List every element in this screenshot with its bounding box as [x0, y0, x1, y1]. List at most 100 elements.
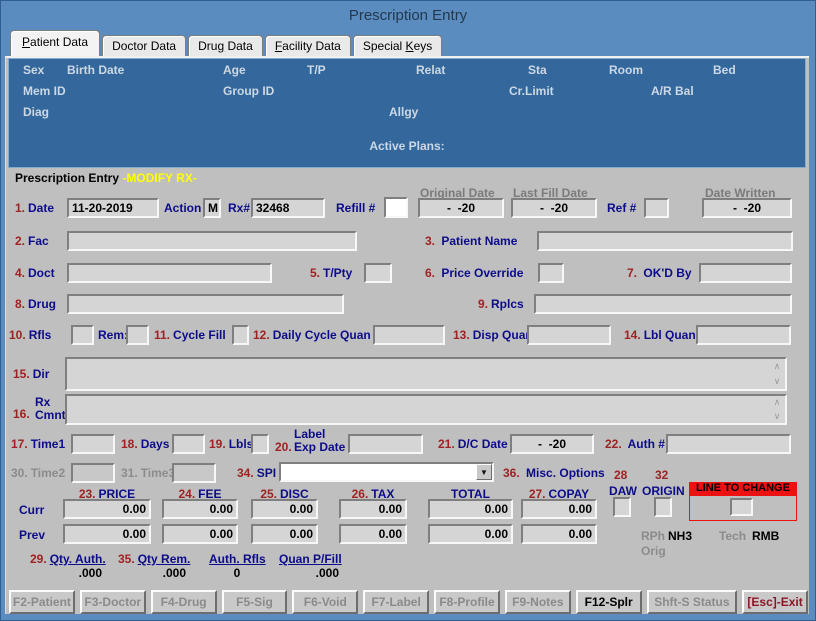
tech-value: RMB [752, 529, 780, 543]
function-key-bar: F2-Patient F3-Doctor F4-Drug F5-Sig F6-V… [9, 590, 809, 614]
rph-value: NH3 [668, 529, 693, 543]
price-override-field[interactable] [538, 263, 564, 283]
curr-copay-field[interactable]: 0.00 [521, 499, 597, 519]
label-price-override: 6. Price Override [425, 266, 524, 280]
label-exp-date-field[interactable] [348, 434, 423, 454]
lbls-field[interactable] [251, 434, 269, 454]
curr-fee-field[interactable]: 0.00 [162, 499, 238, 519]
action-field[interactable]: M [203, 198, 221, 218]
label-lbls: 19. Lbls [209, 437, 254, 451]
section-title: Prescription Entry -MODIFY RX- [15, 171, 197, 185]
scroll-down-icon[interactable]: ∨ [771, 412, 783, 421]
label-spi: 34. SPI [237, 466, 277, 480]
curr-disc-field[interactable]: 0.00 [251, 499, 318, 519]
label-sta: Sta [528, 63, 547, 77]
directions-textarea[interactable]: ∧ ∨ [65, 357, 787, 391]
curr-tax-field[interactable]: 0.00 [339, 499, 407, 519]
label-okd-by: 7. OK'D By [627, 266, 692, 280]
label-sex: Sex [23, 63, 45, 77]
label-misc-options: 36. Misc. Options [503, 466, 605, 480]
last-fill-date-field: - -20 [511, 198, 597, 218]
doctor-field[interactable] [67, 263, 272, 283]
time2-field [71, 463, 115, 483]
date-field[interactable]: 11-20-2019 [67, 198, 159, 218]
origin-field[interactable] [654, 497, 672, 517]
label-daw: DAW [609, 484, 637, 498]
f12-splr-button[interactable]: F12-Splr [575, 590, 642, 614]
time1-field[interactable] [71, 434, 115, 454]
daw-field[interactable] [613, 497, 631, 517]
label-time1: 17. Time1 [11, 437, 66, 451]
f9-notes-button[interactable]: F9-Notes [504, 590, 571, 614]
f5-sig-button[interactable]: F5-Sig [221, 590, 288, 614]
dropdown-arrow-icon[interactable]: ▼ [476, 464, 492, 480]
scroll-down-icon[interactable]: ∨ [771, 377, 783, 386]
label-qty-rem: 35. Qty Rem. [118, 552, 191, 566]
rx-number-field[interactable]: 32468 [251, 198, 325, 218]
label-prev: Prev [19, 528, 46, 542]
days-field[interactable] [172, 434, 205, 454]
label-auth-number: 22. Auth # [605, 437, 665, 451]
f6-void-button[interactable]: F6-Void [292, 590, 359, 614]
spi-dropdown[interactable]: ▼ [279, 462, 494, 482]
line-to-change-field[interactable] [730, 498, 753, 516]
prescription-entry-window: Prescription Entry Patient Data Doctor D… [0, 0, 816, 621]
rx-comments-textarea[interactable]: ∧ ∨ [65, 394, 787, 425]
f8-profile-button[interactable]: F8-Profile [434, 590, 500, 614]
label-rx-cmnts-num: 16. [13, 407, 30, 421]
drug-field[interactable] [67, 294, 344, 314]
refill-field[interactable] [384, 197, 408, 218]
okd-by-field[interactable] [699, 263, 792, 283]
label-refill: Refill # [336, 201, 376, 215]
tab-drug-data[interactable]: Drug Data [188, 35, 263, 56]
label-tech: Tech [719, 529, 747, 543]
label-time2: 30. Time2 [11, 466, 66, 480]
tab-bar: Patient Data Doctor Data Drug Data Facil… [10, 30, 444, 56]
label-patient-name: 3. Patient Name [425, 234, 518, 248]
ref-number-field[interactable] [644, 198, 669, 218]
window-title: Prescription Entry [348, 7, 468, 24]
label-days: 18. Days [121, 437, 170, 451]
label-rph: RPh [641, 529, 665, 543]
qty-rem-value: .000 [162, 566, 186, 580]
quan-pfill-value: .000 [315, 566, 339, 580]
tab-special-keys[interactable]: Special Keys [352, 35, 443, 56]
scroll-up-icon[interactable]: ∧ [771, 362, 783, 371]
f4-drug-button[interactable]: F4-Drug [150, 590, 217, 614]
cycle-fill-field[interactable] [232, 325, 249, 345]
label-exp-date: Exp Date [294, 440, 346, 454]
label-mem-id: Mem ID [23, 84, 66, 98]
scroll-up-icon[interactable]: ∧ [771, 398, 783, 407]
lbl-quan-field[interactable] [696, 325, 791, 345]
label-lbl-quan: 14. Lbl Quan [624, 328, 696, 342]
esc-exit-button[interactable]: [Esc]-Exit [742, 590, 809, 614]
auth-number-field[interactable] [666, 434, 791, 454]
shft-s-status-button[interactable]: Shft-S Status [646, 590, 738, 614]
label-dir: 15. Dir [13, 367, 50, 381]
prev-disc-field: 0.00 [251, 524, 318, 544]
rplcs-field[interactable] [534, 294, 792, 314]
tab-doctor-data[interactable]: Doctor Data [102, 35, 187, 56]
f3-doctor-button[interactable]: F3-Doctor [79, 590, 146, 614]
tab-facility-data[interactable]: Facility Data [264, 35, 351, 56]
auth-rfls-value: 0 [233, 566, 241, 580]
label-origin-num: 32 [655, 468, 669, 482]
label-bed: Bed [713, 63, 736, 77]
patient-name-field[interactable] [537, 231, 793, 251]
refills-field[interactable] [71, 325, 94, 345]
facility-field[interactable] [67, 231, 357, 251]
f7-label-button[interactable]: F7-Label [363, 590, 430, 614]
f2-patient-button[interactable]: F2-Patient [9, 590, 75, 614]
label-drug: 8. Drug [15, 297, 57, 311]
label-label: Label [294, 427, 326, 441]
curr-price-field[interactable]: 0.00 [63, 499, 151, 519]
tpty-field[interactable] [364, 263, 392, 283]
dc-date-field[interactable]: - -20 [510, 434, 594, 454]
daily-cycle-quan-field[interactable] [373, 325, 445, 345]
curr-total-field: 0.00 [428, 499, 513, 519]
rem-field[interactable] [126, 325, 149, 345]
disp-quan-field[interactable] [527, 325, 611, 345]
tab-patient-data[interactable]: Patient Data [10, 30, 101, 56]
label-birth-date: Birth Date [67, 63, 125, 77]
label-room: Room [609, 63, 643, 77]
